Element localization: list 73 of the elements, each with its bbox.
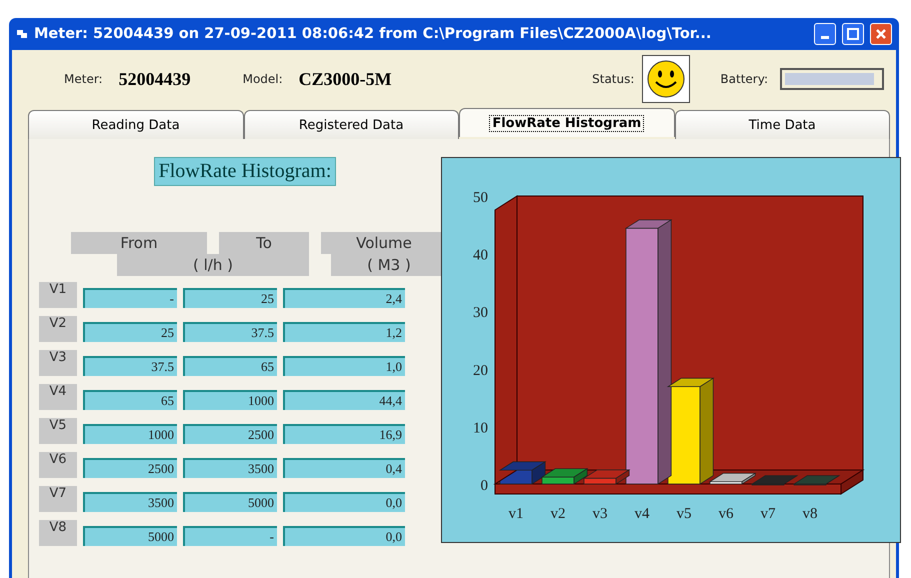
smiley-icon (642, 55, 690, 103)
row-label: V4 (39, 384, 77, 410)
from-field: 65 (83, 390, 177, 410)
row-label: V8 (39, 520, 77, 546)
bar-depth (750, 475, 798, 484)
y-tick-label: 40 (473, 248, 488, 264)
battery-label: Battery: (720, 72, 768, 86)
x-tick-label: v1 (508, 506, 524, 522)
row-label: V5 (39, 418, 77, 444)
to-field: 1000 (183, 390, 277, 410)
to-field: - (183, 526, 277, 546)
to-field: 25 (183, 288, 277, 308)
column-header: To (219, 232, 309, 254)
from-field: 3500 (83, 492, 177, 512)
to-field: 5000 (183, 492, 277, 512)
model-label: Model: (242, 72, 283, 86)
volume-field: 0,0 (283, 492, 405, 512)
app-icon (16, 28, 28, 40)
from-field: 37.5 (83, 356, 177, 376)
row-label: V1 (39, 282, 77, 308)
from-field: 2500 (83, 458, 177, 478)
from-field: 1000 (83, 424, 177, 444)
volume-field: 0,0 (283, 526, 405, 546)
volume-field: 2,4 (283, 288, 405, 308)
x-tick-label: v6 (718, 506, 734, 522)
close-icon (875, 28, 887, 40)
tab[interactable]: Registered Data (244, 110, 459, 139)
to-field: 37.5 (183, 322, 277, 342)
window-title: Meter: 52004439 on 27-09-2011 08:06:42 from C:\Program Files\CZ2000A\log\Tor... (34, 26, 712, 42)
histogram-heading: FlowRate Histogram: (154, 157, 336, 186)
meter-label: Meter: (64, 72, 103, 86)
y-tick-label: 10 (473, 420, 488, 436)
model-value: CZ3000-5M (298, 68, 392, 90)
y-tick-label: 0 (480, 478, 488, 494)
x-tick-label: v7 (760, 506, 776, 522)
from-field: 25 (83, 322, 177, 342)
from-field: - (83, 288, 177, 308)
tab[interactable]: Time Data (674, 110, 890, 139)
volume-field: 16,9 (283, 424, 405, 444)
to-field: 65 (183, 356, 277, 376)
x-tick-label: v3 (592, 506, 608, 522)
maximize-button[interactable] (842, 23, 864, 45)
volume-field: 44,4 (283, 390, 405, 410)
row-label: V7 (39, 486, 77, 512)
minimize-button[interactable] (814, 23, 836, 45)
bar-depth (498, 461, 546, 485)
status-label: Status: (592, 72, 634, 86)
row-label: V6 (39, 452, 77, 478)
minimize-icon (821, 36, 829, 39)
x-tick-label: v8 (802, 506, 818, 522)
volume-field: 1,2 (283, 322, 405, 342)
y-tick-label: 30 (473, 305, 488, 322)
to-field: 3500 (183, 458, 277, 478)
bar-depth (540, 468, 588, 485)
close-button[interactable] (870, 23, 892, 45)
bar-depth (792, 475, 840, 484)
row-label: V3 (39, 350, 77, 376)
column-header: From (71, 232, 207, 254)
y-tick-label: 50 (473, 190, 488, 206)
row-label: V2 (39, 316, 77, 342)
x-tick-label: v4 (634, 506, 650, 522)
volume-field: 0,4 (283, 458, 405, 478)
from-field: 5000 (83, 526, 177, 546)
x-tick-label: v2 (550, 506, 566, 522)
tab[interactable]: Reading Data (28, 110, 244, 139)
volume-field: 1,0 (283, 356, 405, 376)
x-tick-label: v5 (676, 506, 692, 522)
meter-number: 52004439 (118, 68, 191, 90)
maximize-icon (847, 28, 859, 40)
y-tick-label: 20 (473, 362, 488, 379)
to-field: 2500 (183, 424, 277, 444)
tab[interactable]: FlowRate Histogram (459, 108, 674, 137)
unit-label: ( l/h ) (117, 254, 309, 276)
